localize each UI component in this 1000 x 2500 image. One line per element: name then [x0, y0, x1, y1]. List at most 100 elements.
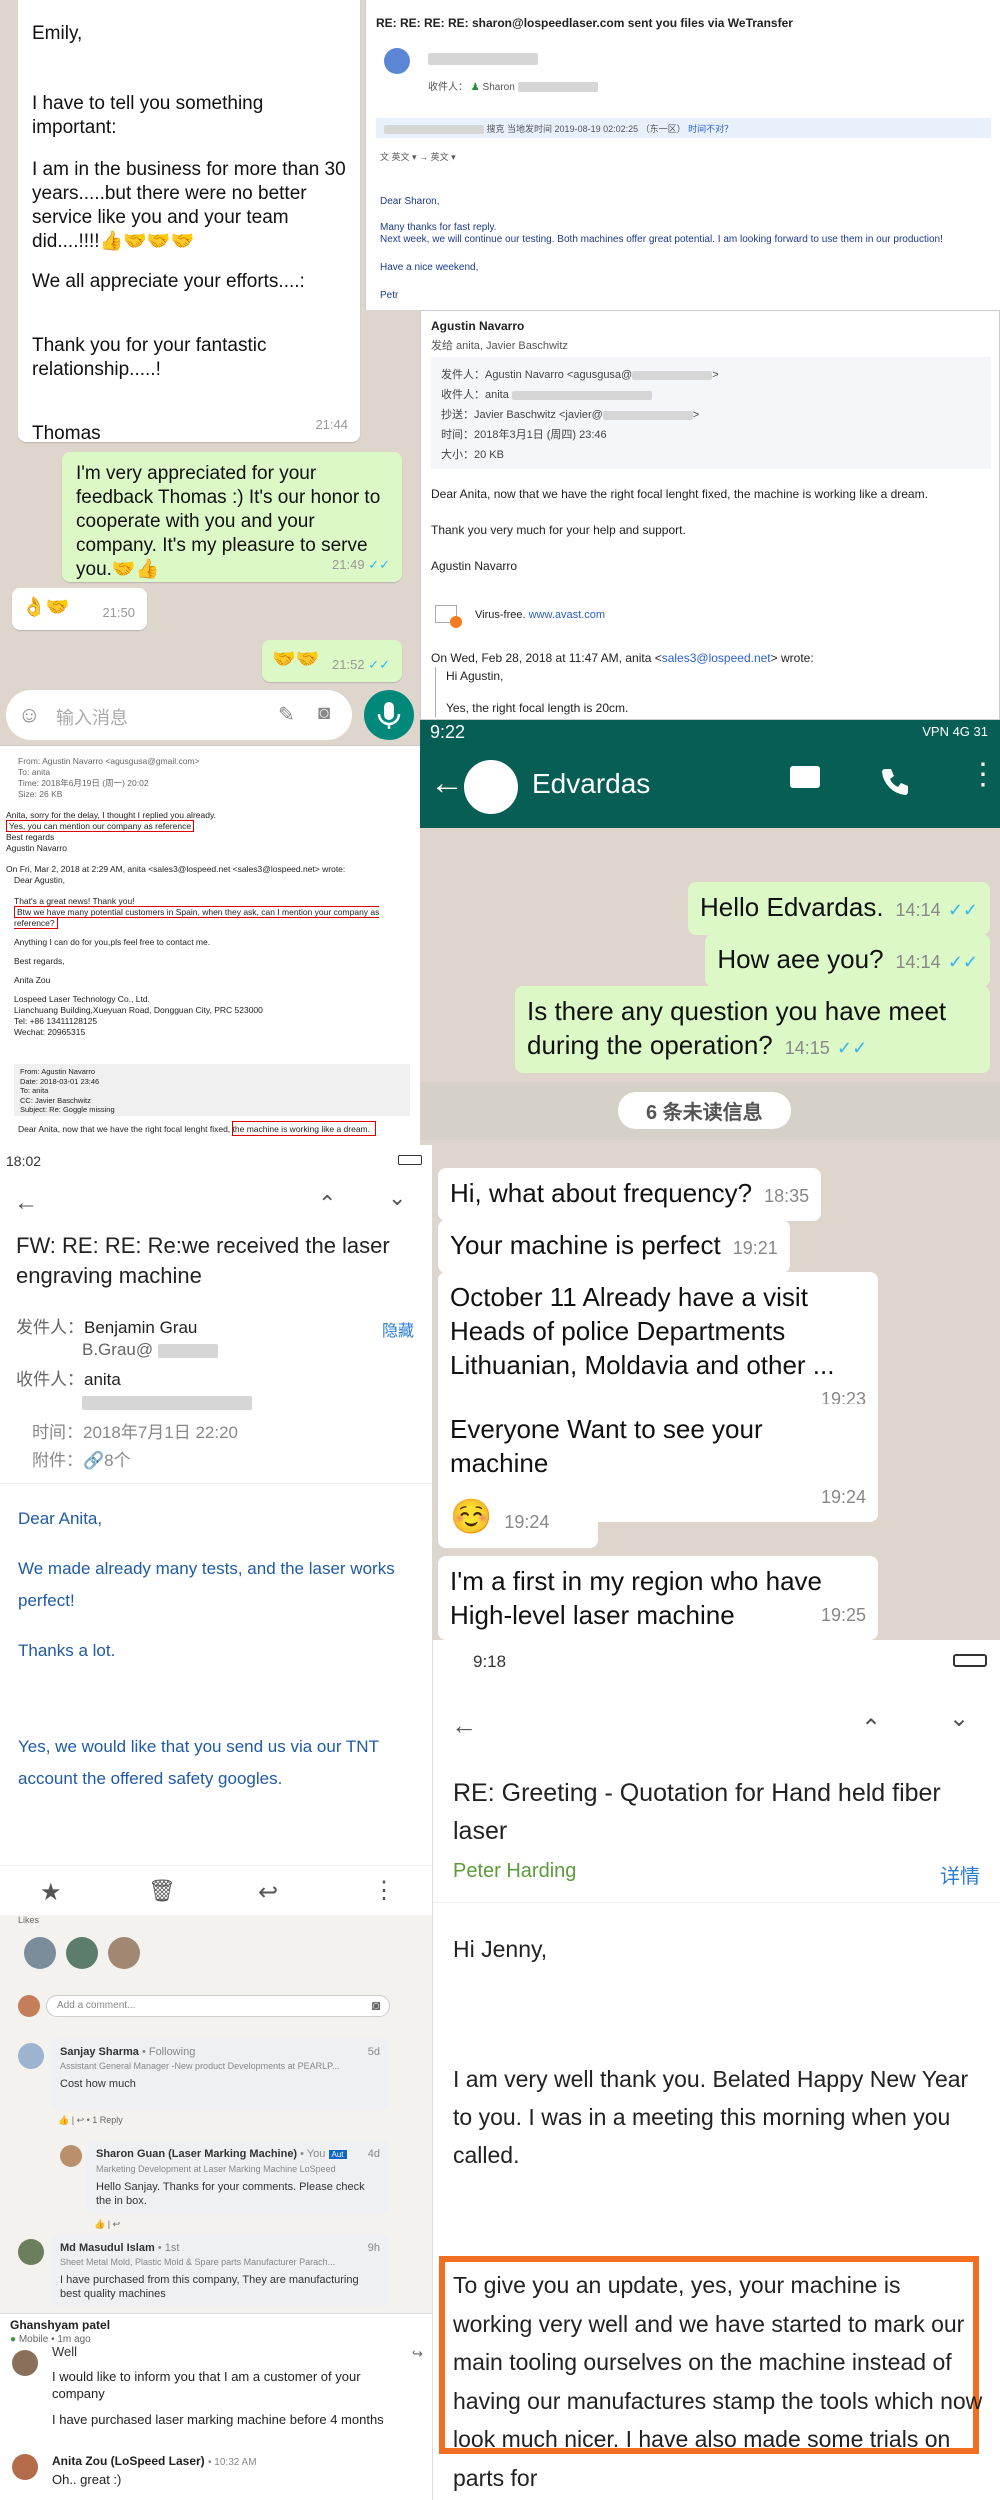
message-text: 👌🤝	[22, 597, 70, 618]
mic-button[interactable]	[364, 690, 414, 740]
message-bubble: I'm a first in my region who have High-l…	[438, 1556, 878, 1640]
divider	[0, 1483, 432, 1484]
message-bubble: Hi, what about frequency? 18:35	[438, 1168, 822, 1221]
translate-icon: 文	[380, 152, 390, 162]
delete-icon[interactable]: 🗑	[148, 1878, 176, 1904]
avatar[interactable]	[108, 1937, 140, 1969]
share-icon[interactable]: ↪	[412, 2346, 423, 2362]
size-line: 大小：20 KB	[441, 449, 504, 461]
quote-tail: > wrote:	[770, 651, 814, 665]
commenter-name[interactable]: Md Masudul Islam	[60, 2242, 155, 2254]
commenter-name[interactable]: Sanjay Sharma	[60, 2046, 139, 2058]
avatar	[12, 2454, 38, 2480]
back-arrow-icon[interactable]: ←	[14, 1189, 38, 1217]
meta-time: 2019-08-19 02:02:25 （东一区）	[554, 124, 686, 134]
commenter-name[interactable]: Anita Zou (LoSpeed Laser)	[52, 2454, 205, 2468]
avatar	[12, 2350, 38, 2376]
message-line: I am in the business for more than 30 ye…	[32, 159, 346, 252]
comment-input[interactable]: Add a comment...	[46, 1995, 390, 2017]
email-body: Thanks a lot.	[18, 1641, 116, 1660]
like-icon[interactable]: 👍	[58, 2115, 69, 2125]
lang-from[interactable]: 英文	[392, 152, 410, 162]
comment-actions: 👍 | ↩	[94, 2219, 121, 2229]
camera-icon[interactable]: ◙	[372, 1997, 380, 2013]
sender-name[interactable]: Peter Harding	[453, 1860, 576, 1883]
previous-icon[interactable]: ⌃	[861, 1714, 881, 1743]
email-body: Have a nice weekend,	[380, 262, 479, 273]
next-icon[interactable]: ⌄	[388, 1185, 406, 1211]
quote-email-link[interactable]: sales3@lospeed.net	[662, 651, 771, 665]
attachment-row[interactable]: 附件：🔗8个	[32, 1447, 238, 1475]
reply-icon[interactable]: ↩	[77, 2115, 85, 2125]
paperclip-icon: 🔗	[83, 1451, 105, 1470]
email-peter-panel: 9:18 ← ⌃ ⌄ RE: Greeting - Quotation for …	[432, 1640, 1000, 2500]
comment-card: Md Masudul Islam • 1st 9h Sheet Metal Mol…	[50, 2235, 390, 2305]
message-input[interactable]: 输入消息	[56, 704, 128, 730]
message-bubble-outgoing: Is there any question you have meet duri…	[515, 986, 990, 1073]
avatar[interactable]	[24, 1937, 56, 1969]
message-bubble: October 11 Already have a visit Heads of…	[438, 1272, 878, 1424]
message-line: We all appreciate your efforts....:	[32, 271, 305, 292]
details-link[interactable]: 详情	[940, 1860, 980, 1889]
email-subject: RE: RE: RE: RE: sharon@lospeedlaser.com …	[376, 16, 793, 30]
email-body: I am very well thank you. Belated Happy …	[453, 2066, 969, 2168]
hide-link[interactable]: 隐藏	[382, 1317, 414, 1341]
lang-to[interactable]: 英文	[431, 152, 449, 162]
meta-prefix: 搜克 当地发时间	[486, 124, 553, 134]
email-signature: Agustin Navarro	[431, 559, 518, 573]
commenter-name[interactable]: Sharon Guan (Laser Marking Machine)	[96, 2148, 297, 2160]
star-icon[interactable]: ★	[40, 1878, 62, 1907]
time-wrong-link[interactable]: 时间不对？	[688, 124, 733, 134]
phone-icon[interactable]	[878, 766, 908, 796]
message-line: Emily,	[32, 23, 83, 44]
quote-text: Anita Zou	[14, 975, 51, 985]
online-dot-icon: ●	[10, 2334, 17, 2345]
highlighted-text: Btw we have many potential customers in …	[14, 906, 380, 929]
read-check-icon: ✓✓	[368, 657, 390, 672]
reply-icon[interactable]: ↩	[258, 1878, 278, 1907]
attach-icon[interactable]: ✎	[278, 702, 295, 727]
status-bar: 9:18	[433, 1640, 1000, 1680]
avatar	[18, 2043, 44, 2069]
likes-label: Likes	[18, 1915, 40, 1925]
back-arrow-icon[interactable]: ←	[430, 764, 464, 803]
avatar[interactable]	[464, 760, 518, 814]
status-icons: VPN 4G 31	[922, 724, 988, 739]
mic-icon	[377, 702, 401, 729]
avatar[interactable]	[66, 1937, 98, 1969]
reply-icon[interactable]: ↩	[113, 2219, 121, 2229]
forward-header-box: From: Agustin Navarro Date: 2018-03-01 2…	[14, 1064, 410, 1116]
address-line: Lianchuang Building,Xueyuan Road, Donggu…	[14, 1005, 263, 1015]
email-body: Next week, we will continue our testing.…	[380, 234, 943, 245]
more-options-icon[interactable]: ⋮	[968, 760, 998, 790]
avast-link[interactable]: www.avast.com	[529, 609, 605, 621]
message-bubble-outgoing: Hello Edvardas. 14:14 ✓✓	[688, 882, 990, 935]
next-icon[interactable]: ⌄	[949, 1704, 969, 1733]
camera-icon[interactable]: ◙	[318, 702, 330, 725]
comment-text: Cost how much	[60, 2078, 136, 2090]
contact-name[interactable]: Edvardas	[532, 768, 650, 800]
recipient-name[interactable]: anita	[84, 1370, 121, 1389]
email-reference-panel: From: Agustin Navarro <agusgusa@gmail.co…	[0, 745, 420, 1145]
status-time: 9:18	[473, 1652, 507, 1671]
commenter-name[interactable]: Ghanshyam patel	[10, 2318, 110, 2332]
sender-name[interactable]: Benjamin Grau	[84, 1318, 197, 1337]
email-sharon-panel: RE: RE: RE: RE: sharon@lospeedlaser.com …	[365, 0, 1000, 310]
linkedin-comments-panel: Likes Add a comment... ◙ Sanjay Sharma •…	[0, 1915, 432, 2500]
back-arrow-icon[interactable]: ←	[451, 1710, 477, 1741]
like-icon[interactable]: 👍	[94, 2219, 105, 2229]
video-call-icon[interactable]	[790, 766, 820, 788]
message-bubble: 👌🤝 21:50	[12, 588, 147, 630]
more-options-icon[interactable]: ⋮	[372, 1876, 396, 1905]
email-action-bar: ★ 🗑 ↩ ⋮	[0, 1865, 432, 1915]
emoji-icon[interactable]: ☺	[18, 702, 40, 728]
avatar	[60, 2145, 82, 2167]
highlighted-text: Yes, you can mention our company as refe…	[6, 820, 195, 832]
header-line: Time: 2018年6月19日 (周一) 20:02	[18, 778, 149, 788]
email-body: Best regards	[6, 832, 55, 842]
date-line: 时间：2018年3月1日 (周四) 23:46	[441, 429, 607, 441]
quote-block: Hi Agustin, Yes, the right focal length …	[435, 667, 628, 717]
previous-icon[interactable]: ⌃	[318, 1191, 336, 1217]
to-label: 收件人：	[428, 82, 468, 93]
message-input-bar: ☺ 输入消息 ✎ ◙	[6, 690, 352, 740]
